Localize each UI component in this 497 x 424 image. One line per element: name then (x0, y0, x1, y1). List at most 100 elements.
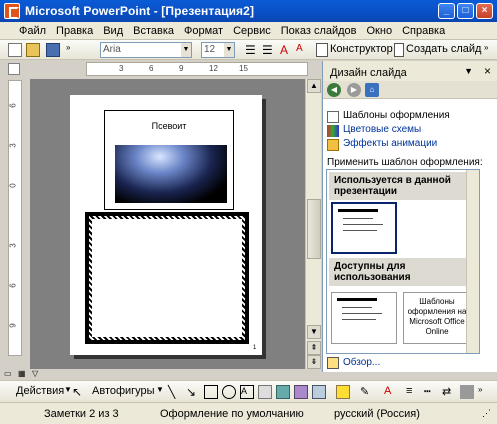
diagram-icon[interactable] (276, 385, 290, 399)
draw-actions-menu[interactable]: Действия (16, 385, 64, 397)
normal-view-icon[interactable]: ▭ (4, 369, 12, 378)
template-default-used[interactable] (331, 202, 397, 254)
page-number: 1 (253, 345, 257, 351)
arrow-tool-icon[interactable]: ↘ (186, 385, 200, 399)
line-style-icon[interactable]: ≡ (406, 385, 420, 399)
line-tool-icon[interactable]: ╲ (168, 385, 182, 399)
arrow-style-icon[interactable]: ⇄ (442, 385, 456, 399)
menu-slideshow[interactable]: Показ слайдов (276, 25, 362, 37)
font-name-value: Aria (103, 44, 121, 55)
menu-help[interactable]: Справка (397, 25, 450, 37)
font-size-select[interactable]: 12 ▼ (201, 42, 235, 58)
office-online-template-text: Шаблоны оформления на Microsoft Office O… (407, 297, 467, 336)
menu-format[interactable]: Формат (179, 25, 228, 37)
font-color-icon[interactable]: A (384, 385, 398, 399)
ruler-tick: 3 (119, 64, 124, 73)
task-pane-close-button[interactable]: × (484, 64, 491, 78)
template-preview-line (343, 230, 377, 231)
animation-effects-link[interactable]: Эффекты анимации (343, 138, 437, 149)
design-templates-link[interactable]: Шаблоны оформления (343, 110, 450, 121)
dash-style-icon[interactable]: ┅ (424, 385, 438, 399)
numbered-list-icon[interactable]: ☰ (245, 43, 259, 57)
template-default-available[interactable] (331, 292, 397, 344)
toolbar-more-icon[interactable]: » (478, 385, 492, 399)
task-pane: Дизайн слайда ▼ × ◀ ▶ ⌂ Шаблоны оформлен… (322, 61, 497, 372)
minimize-button[interactable]: _ (438, 3, 455, 19)
ruler-tab-selector[interactable] (8, 63, 20, 75)
task-pane-dropdown-icon[interactable]: ▼ (464, 66, 473, 76)
scroll-down-button[interactable]: ▼ (307, 325, 321, 339)
shadow-style-icon[interactable] (460, 385, 474, 399)
template-preview-title (337, 298, 377, 301)
slideshow-icon[interactable]: ▽ (32, 369, 38, 378)
template-office-online[interactable]: Шаблоны оформления на Microsoft Office O… (403, 292, 469, 344)
autoshapes-menu[interactable]: Автофигуры (92, 385, 155, 397)
gallery-scrollbar[interactable] (466, 170, 479, 353)
resize-grip-icon[interactable]: ⋰ (482, 408, 491, 419)
menu-insert[interactable]: Вставка (128, 25, 179, 37)
rectangle-tool-icon[interactable] (204, 385, 218, 399)
previous-slide-button[interactable]: ⇞ (307, 341, 321, 355)
task-pane-title[interactable]: Дизайн слайда (330, 67, 407, 79)
design-icon[interactable] (316, 43, 328, 57)
wordart-icon[interactable] (258, 385, 272, 399)
view-buttons: ▭ ▦ ▽ (0, 369, 80, 380)
decrease-font-icon[interactable]: A (296, 43, 310, 57)
bullet-list-icon[interactable]: ☰ (262, 43, 276, 57)
open-folder-icon[interactable] (26, 43, 40, 57)
menu-view[interactable]: Вид (98, 25, 128, 37)
section-used-templates: Используется в данной презентации (329, 172, 479, 200)
menu-window[interactable]: Окно (362, 25, 398, 37)
color-schemes-icon (327, 125, 339, 137)
fill-color-icon[interactable] (336, 385, 350, 399)
formatting-toolbar: » Aria ▼ 12 ▼ ☰ ☰ A A Конструктор Создать … (0, 40, 497, 60)
notes-placeholder[interactable] (85, 212, 249, 344)
ruler-tick: 9 (179, 64, 184, 73)
slide-image (115, 145, 227, 203)
vertical-ruler[interactable]: 6 3 0 3 6 9 (8, 80, 22, 356)
drawing-toolbar: Действия ▼ ↖ Автофигуры ▼ ╲ ↘ A ✎ A ≡ ┅ … (0, 380, 497, 402)
toolbar-options-icon[interactable]: » (66, 43, 74, 57)
animation-effects-icon (327, 139, 339, 151)
maximize-button[interactable]: □ (457, 3, 474, 19)
menu-file[interactable]: Файл (14, 25, 51, 37)
clipart-icon[interactable] (294, 385, 308, 399)
slide-thumbnail[interactable]: Псевоит (104, 110, 234, 210)
menu-edit[interactable]: Правка (51, 25, 98, 37)
close-button[interactable]: × (476, 3, 493, 19)
browse-folder-icon (327, 357, 339, 369)
design-button[interactable]: Конструктор (330, 43, 393, 55)
increase-font-icon[interactable]: A (280, 43, 294, 57)
save-icon[interactable] (46, 43, 60, 57)
line-color-icon[interactable]: ✎ (360, 385, 374, 399)
color-schemes-link[interactable]: Цветовые схемы (343, 124, 421, 135)
ruler-tick: 3 (8, 143, 18, 148)
font-name-select[interactable]: Aria ▼ (100, 42, 192, 58)
ellipse-tool-icon[interactable] (222, 385, 236, 399)
scroll-up-button[interactable]: ▲ (307, 79, 321, 93)
template-gallery[interactable]: Используется в данной презентации Доступ… (326, 169, 480, 354)
new-slide-icon[interactable] (394, 43, 404, 57)
slide-sorter-icon[interactable]: ▦ (18, 369, 26, 378)
menu-tools[interactable]: Сервис (228, 25, 276, 37)
select-pointer-icon[interactable]: ↖ (72, 385, 86, 399)
vertical-scrollbar[interactable]: ▲ ▼ ⇞ ⇟ (305, 79, 321, 369)
home-icon[interactable]: ⌂ (365, 83, 379, 97)
textbox-tool-icon[interactable]: A (240, 385, 254, 399)
forward-icon[interactable]: ▶ (347, 83, 361, 97)
next-slide-button[interactable]: ⇟ (307, 355, 321, 369)
scroll-thumb[interactable] (307, 199, 321, 259)
font-size-value: 12 (204, 44, 216, 55)
horizontal-ruler[interactable]: 3 6 9 12 15 (86, 62, 308, 76)
status-bar: Заметки 2 из 3 Оформление по умолчанию р… (0, 402, 497, 424)
ruler-tick: 9 (8, 323, 18, 328)
powerpoint-app-icon[interactable] (4, 3, 20, 19)
picture-icon[interactable] (312, 385, 326, 399)
new-document-icon[interactable] (8, 43, 22, 57)
notes-text-area[interactable] (92, 219, 242, 337)
ruler-tick: 15 (239, 64, 248, 73)
toolbar-more-icon[interactable]: » (484, 43, 492, 57)
new-slide-button[interactable]: Создать слайд (406, 43, 481, 55)
browse-link[interactable]: Обзор... (343, 357, 380, 368)
back-icon[interactable]: ◀ (327, 83, 341, 97)
